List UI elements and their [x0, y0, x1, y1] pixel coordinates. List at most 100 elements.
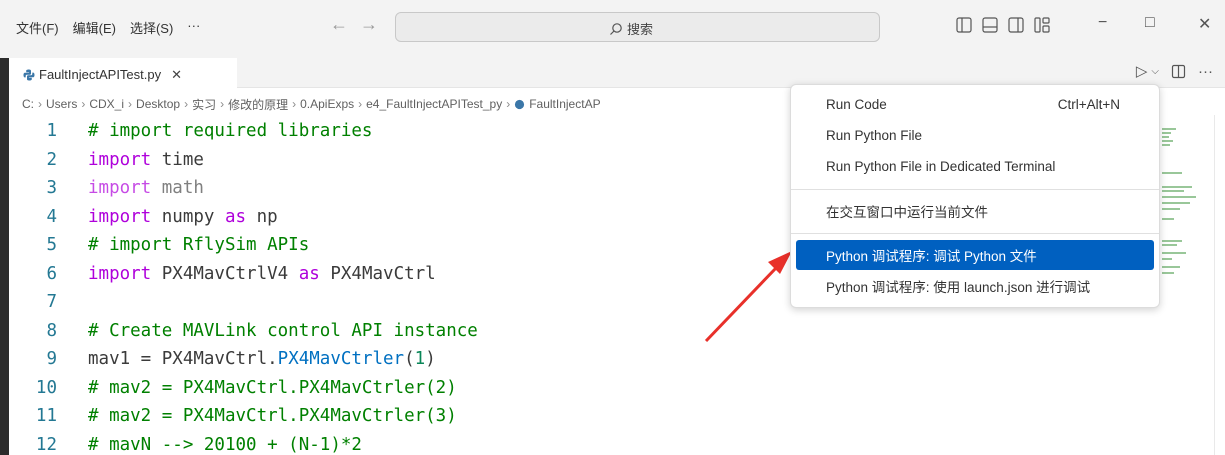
minimap[interactable]: [1160, 118, 1214, 298]
command-center-search[interactable]: 搜索: [395, 12, 880, 42]
minimap-line: [1162, 136, 1169, 138]
menu-more[interactable]: ···: [187, 18, 200, 37]
line-number: 1: [46, 121, 57, 142]
chevron-right-icon: ›: [38, 97, 42, 111]
minimap-line: [1162, 258, 1172, 260]
line-number: 9: [46, 349, 57, 370]
forward-arrow-icon[interactable]: →: [360, 14, 378, 35]
line-number: 12: [35, 434, 57, 455]
line-number: 4: [46, 206, 57, 227]
navigation-arrows: ← →: [330, 14, 378, 35]
minimap-line: [1162, 140, 1173, 142]
tab-faultinjectapitest[interactable]: FaultInjectAPITest.py ✕: [9, 58, 237, 89]
menu-item-run-dedicated-terminal[interactable]: Run Python File in Dedicated Terminal: [796, 151, 1154, 181]
python-file-icon: [515, 99, 525, 109]
line-number: 3: [46, 178, 57, 199]
minimize-icon[interactable]: −: [1098, 14, 1107, 32]
tab-label: FaultInjectAPITest.py: [39, 67, 162, 82]
minimap-line: [1162, 202, 1190, 204]
breadcrumb-item[interactable]: e4_FaultInjectAPITest_py: [366, 97, 502, 111]
vertical-scrollbar[interactable]: [1214, 115, 1225, 455]
menu-item-label: 在交互窗口中运行当前文件: [826, 205, 988, 220]
code-text: # mav2 = PX4MavCtrl.PX4MavCtrler(2): [88, 377, 457, 398]
code-keyword: import: [88, 178, 152, 199]
maximize-icon[interactable]: □: [1145, 14, 1155, 32]
breadcrumb-item[interactable]: C:: [22, 97, 34, 111]
line-number: 6: [46, 263, 57, 284]
close-window-icon[interactable]: ✕: [1198, 14, 1211, 34]
line-number: 5: [46, 235, 57, 256]
minimap-line: [1162, 186, 1192, 188]
split-editor-icon[interactable]: [1171, 64, 1186, 79]
minimap-line: [1162, 266, 1180, 268]
code-text: numpy: [151, 206, 225, 227]
code-text: # mav2 = PX4MavCtrl.PX4MavCtrler(3): [88, 406, 457, 427]
menu-selection[interactable]: 选择(S): [130, 18, 173, 37]
breadcrumb-item[interactable]: 修改的原理: [228, 96, 288, 113]
minimap-line: [1162, 218, 1174, 220]
code-text: # import RflySim APIs: [88, 235, 310, 256]
breadcrumb-item[interactable]: Desktop: [136, 97, 180, 111]
code-text: PX4MavCtrl: [319, 263, 436, 284]
close-tab-icon[interactable]: ✕: [171, 67, 182, 83]
code-text: ): [425, 349, 436, 370]
breadcrumb-item[interactable]: Users: [46, 97, 77, 111]
chevron-right-icon: ›: [220, 97, 225, 111]
code-text: # Create MAVLink control API instance: [88, 320, 478, 341]
activity-bar-edge: [0, 58, 9, 455]
chevron-right-icon: ›: [358, 97, 363, 111]
breadcrumb-item[interactable]: FaultInjectAP: [529, 97, 600, 111]
code-line: 10 # mav2 = PX4MavCtrl.PX4MavCtrler(2): [9, 374, 1159, 403]
chevron-right-icon: ›: [292, 97, 297, 111]
editor-actions: ▷ ⌵ ···: [1136, 62, 1213, 81]
code-line: 8 # Create MAVLink control API instance: [9, 317, 1159, 346]
code-text: np: [246, 206, 278, 227]
chevron-right-icon: ›: [184, 97, 189, 111]
more-actions-icon[interactable]: ···: [1198, 63, 1213, 80]
toggle-panel-icon[interactable]: [981, 16, 999, 34]
menu-item-run-code[interactable]: Run Code Ctrl+Alt+N: [796, 89, 1154, 119]
search-inner: 搜索: [609, 19, 653, 38]
breadcrumb-item[interactable]: 实习: [192, 96, 216, 113]
menu-item-run-interactive[interactable]: 在交互窗口中运行当前文件: [796, 196, 1154, 226]
breadcrumb: C: › Users › CDX_i › Desktop › 实习 › 修改的原理 › 0.ApiExp…: [22, 94, 792, 114]
menu-edit[interactable]: 编辑(E): [73, 18, 116, 37]
menu-item-debug-launch-json[interactable]: Python 调试程序: 使用 launch.json 进行调试: [796, 271, 1154, 301]
menu-item-run-python-file[interactable]: Run Python File: [796, 120, 1154, 150]
run-icon[interactable]: ▷: [1136, 62, 1148, 80]
code-line: 11 # mav2 = PX4MavCtrl.PX4MavCtrler(3): [9, 402, 1159, 431]
menu-item-label: Run Python File in Dedicated Terminal: [826, 158, 1056, 174]
code-text: math: [151, 178, 204, 199]
keybinding: Ctrl+Alt+N: [1057, 96, 1120, 112]
title-bar: 文件(F) 编辑(E) 选择(S) ··· ← → 搜索 − □ ✕: [0, 0, 1225, 58]
line-number: 11: [35, 406, 57, 427]
minimap-line: [1162, 240, 1182, 242]
layout-controls: [955, 16, 1051, 34]
minimap-line: [1162, 172, 1182, 174]
breadcrumb-item[interactable]: CDX_i: [89, 97, 124, 111]
search-icon: [610, 22, 622, 35]
menu-item-debug-python-file[interactable]: Python 调试程序: 调试 Python 文件: [796, 240, 1154, 270]
back-arrow-icon[interactable]: ←: [330, 14, 348, 35]
minimap-line: [1162, 196, 1196, 198]
minimap-line: [1162, 244, 1177, 246]
menu-file[interactable]: 文件(F): [16, 18, 59, 37]
minimap-line: [1162, 190, 1184, 192]
code-text: # mavN --> 20100 + (N-1)*2: [88, 434, 362, 455]
customize-layout-icon[interactable]: [1033, 16, 1051, 34]
code-keyword: import: [88, 263, 152, 284]
breadcrumb-item[interactable]: 0.ApiExps: [300, 97, 354, 111]
menu-bar: 文件(F) 编辑(E) 选择(S) ···: [16, 18, 200, 37]
code-keyword: import: [88, 206, 152, 227]
chevron-right-icon: ›: [506, 97, 511, 111]
menu-separator: [791, 233, 1159, 234]
chevron-right-icon: ›: [128, 97, 133, 111]
menu-separator: [791, 189, 1159, 190]
toggle-primary-sidebar-icon[interactable]: [955, 16, 973, 34]
toggle-secondary-sidebar-icon[interactable]: [1007, 16, 1025, 34]
run-menu-chevron-icon[interactable]: ⌵: [1151, 66, 1159, 77]
code-keyword: as: [298, 263, 320, 284]
minimap-line: [1162, 132, 1171, 134]
code-text: PX4MavCtrlV4: [151, 263, 299, 284]
minimap-line: [1162, 128, 1176, 130]
